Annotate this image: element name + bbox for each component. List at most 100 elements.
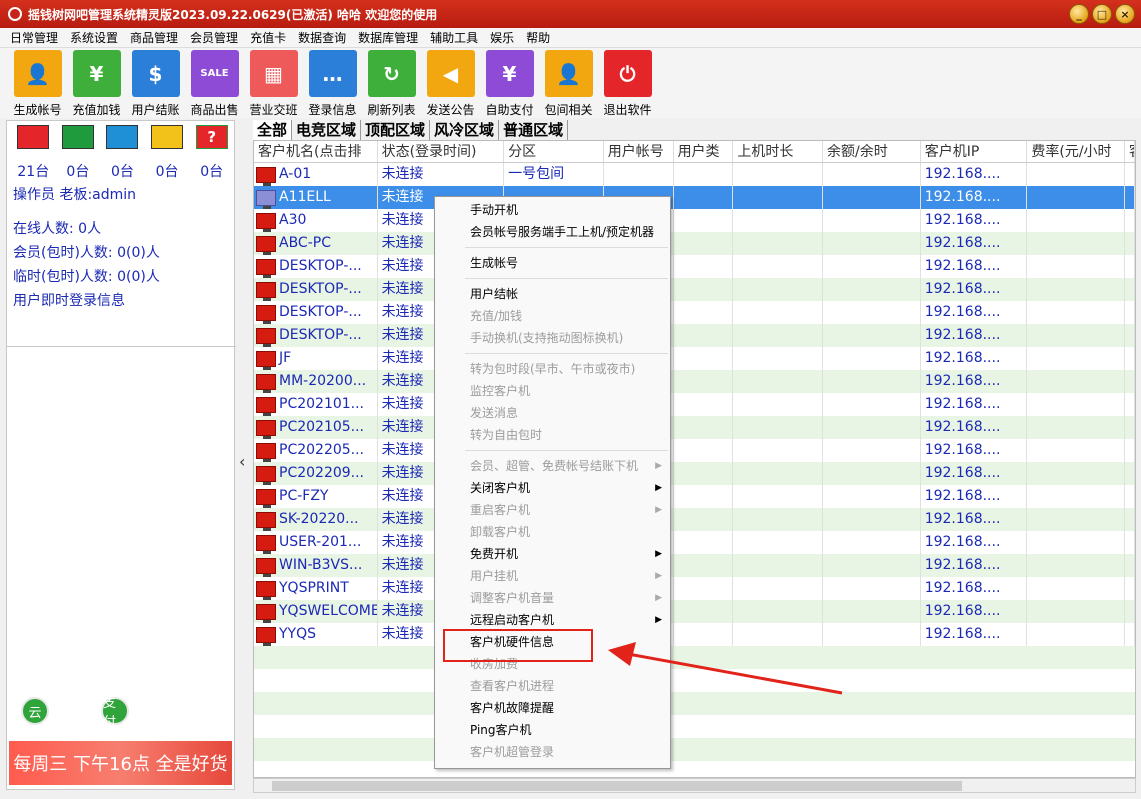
horizontal-scrollbar[interactable] xyxy=(253,778,1136,793)
table-row[interactable]: PC-FZY 未连接 192.168.... xyxy=(254,485,1135,508)
tab-4[interactable]: 普通区域 xyxy=(499,120,569,140)
menu-item-9[interactable]: 帮助 xyxy=(526,29,550,46)
power-icon: ⏻ xyxy=(603,50,652,97)
tab-2[interactable]: 顶配区域 xyxy=(361,120,431,140)
empty-row xyxy=(254,761,1135,777)
table-cell xyxy=(604,163,674,186)
context-menu-item[interactable]: Ping客户机 xyxy=(435,719,670,741)
status-indicator-4[interactable]: ? 0台 xyxy=(189,125,234,181)
column-header-1[interactable]: 状态(登录时间) xyxy=(378,141,505,162)
menu-item-3[interactable]: 会员管理 xyxy=(190,29,238,46)
client-name-cell: YQSPRINT xyxy=(254,577,378,600)
toolbar-button-2[interactable]: $ 用户结账 xyxy=(126,50,185,118)
status-indicator-2[interactable]: 0台 xyxy=(100,125,145,181)
table-row[interactable]: JF 未连接 192.168.... xyxy=(254,347,1135,370)
menu-item-1[interactable]: 系统设置 xyxy=(70,29,118,46)
tab-3[interactable]: 风冷区域 xyxy=(430,120,500,140)
context-menu-item[interactable]: 远程启动客户机 ▶ xyxy=(435,609,670,631)
table-row[interactable]: A11ELL 未连接 192.168.... xyxy=(254,186,1135,209)
menu-item-4[interactable]: 充值卡 xyxy=(250,29,286,46)
menu-item-2[interactable]: 商品管理 xyxy=(130,29,178,46)
table-row[interactable]: MM-20200... 未连接 192.168.... xyxy=(254,370,1135,393)
column-header-7[interactable]: 客户机IP xyxy=(921,141,1028,162)
context-menu-item[interactable]: 免费开机 ▶ xyxy=(435,543,670,565)
column-header-5[interactable]: 上机时长 xyxy=(733,141,824,162)
pay-button[interactable]: 支付 xyxy=(101,696,129,730)
toolbar-button-5[interactable]: … 登录信息 xyxy=(303,50,362,118)
context-menu-item[interactable]: 关闭客户机 ▶ xyxy=(435,477,670,499)
toolbar-button-3[interactable]: SALE 商品出售 xyxy=(185,50,244,118)
table-cell xyxy=(1125,485,1135,508)
table-row[interactable]: WIN-B3VS... 未连接 192.168.... xyxy=(254,554,1135,577)
tab-0[interactable]: 全部 xyxy=(253,120,293,140)
column-header-3[interactable]: 用户帐号 xyxy=(604,141,674,162)
column-header-8[interactable]: 费率(元/小时 xyxy=(1027,141,1126,162)
promo-banner[interactable]: 每周三 下午16点 全是好货 xyxy=(9,741,232,785)
table-row[interactable]: YQSWELCOME2未连接192.168.... xyxy=(254,600,1135,623)
table-cell xyxy=(823,416,921,439)
client-name-cell: ABC-PC xyxy=(254,232,378,255)
context-menu-item[interactable]: 会员帐号服务端手工上机/预定机器 xyxy=(435,221,670,243)
context-menu-item[interactable]: 用户结帐 xyxy=(435,283,670,305)
column-header-0[interactable]: 客户机名(点击排 xyxy=(254,141,378,162)
menu-item-7[interactable]: 辅助工具 xyxy=(430,29,478,46)
context-menu-label: 调整客户机音量 xyxy=(470,591,555,605)
table-row[interactable]: ABC-PC 未连接 192.168.... xyxy=(254,232,1135,255)
pc-icon xyxy=(256,488,276,508)
status-indicator-3[interactable]: 0台 xyxy=(145,125,190,181)
context-menu-item[interactable]: 手动开机 xyxy=(435,199,670,221)
table-cell xyxy=(1027,462,1126,485)
table-row[interactable]: PC202205... 未连接 192.168.... xyxy=(254,439,1135,462)
client-name: PC202209... xyxy=(279,465,365,481)
table-row[interactable]: PC202101... 未连接 192.168.... xyxy=(254,393,1135,416)
collapse-left-icon[interactable]: ‹ xyxy=(239,452,245,471)
status-indicator-0[interactable]: 21台 xyxy=(11,125,56,181)
table-cell xyxy=(733,416,824,439)
menu-item-5[interactable]: 数据查询 xyxy=(298,29,346,46)
column-header-6[interactable]: 余额/余时 xyxy=(823,141,921,162)
toolbar-button-9[interactable]: 👤 包间相关 xyxy=(539,50,598,118)
table-row[interactable]: PC202105... 未连接 192.168.... xyxy=(254,416,1135,439)
tab-1[interactable]: 电竞区域 xyxy=(292,120,362,140)
minimize-button[interactable]: _ xyxy=(1069,4,1089,24)
table-row[interactable]: A-01 未连接 一号包间 192.168.... xyxy=(254,163,1135,186)
column-header-4[interactable]: 用户类 xyxy=(674,141,734,162)
toolbar-button-4[interactable]: ▦ 营业交班 xyxy=(244,50,303,118)
table-cell xyxy=(1125,209,1135,232)
pc-icon xyxy=(256,557,276,577)
table-cell xyxy=(674,554,734,577)
column-header-2[interactable]: 分区 xyxy=(504,141,604,162)
table-row[interactable]: USER-201... 未连接 192.168.... xyxy=(254,531,1135,554)
table-row[interactable]: PC202209... 未连接 192.168.... xyxy=(254,462,1135,485)
menu-item-8[interactable]: 娱乐 xyxy=(490,29,514,46)
toolbar-button-1[interactable]: ¥ 充值加钱 xyxy=(67,50,126,118)
table-cell: 192.168.... xyxy=(921,508,1028,531)
toolbar-button-10[interactable]: ⏻ 退出软件 xyxy=(598,50,657,118)
status-indicator-1[interactable]: 0台 xyxy=(56,125,101,181)
menu-item-0[interactable]: 日常管理 xyxy=(10,29,58,46)
context-menu-label: 生成帐号 xyxy=(470,256,519,270)
table-row[interactable]: DESKTOP-... 未连接 192.168.... xyxy=(254,301,1135,324)
toolbar-button-8[interactable]: ¥ 自助支付 xyxy=(480,50,539,118)
table-row[interactable]: SK-20220... 未连接 192.168.... xyxy=(254,508,1135,531)
column-header-9[interactable]: 客 xyxy=(1125,141,1135,162)
realtime-login-label[interactable]: 用户即时登录信息 xyxy=(13,289,228,313)
table-row[interactable]: YQSPRINT 未连接 192.168.... xyxy=(254,577,1135,600)
table-row[interactable]: DESKTOP-... 未连接 192.168.... xyxy=(254,324,1135,347)
toolbar-button-7[interactable]: ◀ 发送公告 xyxy=(421,50,480,118)
close-button[interactable]: × xyxy=(1115,4,1135,24)
menu-item-6[interactable]: 数据库管理 xyxy=(358,29,418,46)
toolbar-button-0[interactable]: 👤 生成帐号 xyxy=(8,50,67,118)
table-row[interactable]: DESKTOP-... 未连接 192.168.... xyxy=(254,255,1135,278)
yen-icon: ¥ xyxy=(485,50,534,97)
context-menu-item[interactable]: 生成帐号 xyxy=(435,252,670,274)
cloud-button[interactable]: 云 xyxy=(21,697,49,725)
context-menu-item[interactable]: 客户机故障提醒 xyxy=(435,697,670,719)
table-cell xyxy=(674,508,734,531)
table-cell: 192.168.... xyxy=(921,531,1028,554)
table-row[interactable]: A30 未连接 192.168.... xyxy=(254,209,1135,232)
table-row[interactable]: DESKTOP-... 未连接 192.168.... xyxy=(254,278,1135,301)
toolbar-button-6[interactable]: ↻ 刷新列表 xyxy=(362,50,421,118)
maximize-button[interactable]: □ xyxy=(1092,4,1112,24)
table-cell: 未连接 xyxy=(378,163,505,186)
